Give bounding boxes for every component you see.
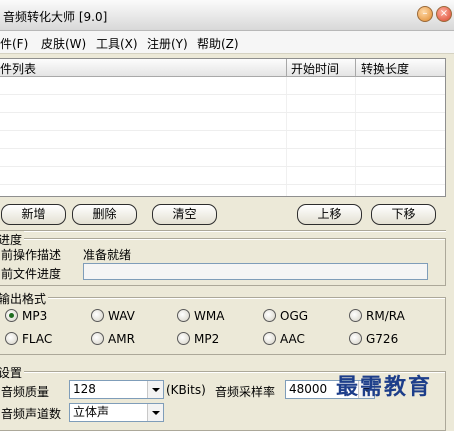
add-button[interactable]: 新增: [1, 204, 66, 225]
menu-skin[interactable]: 皮肤(W): [41, 35, 86, 52]
column-start-time[interactable]: 开始时间: [291, 60, 339, 77]
audio-quality-value: 128: [73, 382, 96, 396]
menu-help[interactable]: 帮助(Z): [197, 35, 239, 52]
column-convert-length[interactable]: 转换长度: [361, 60, 409, 77]
audio-quality-select[interactable]: 128: [69, 380, 164, 399]
output-format-group: [0, 297, 446, 355]
minimize-button[interactable]: –: [417, 6, 433, 22]
menu-bar: 文件(F) 皮肤(W) 工具(X) 注册(Y) 帮助(Z): [0, 31, 454, 54]
move-up-button[interactable]: 上移: [297, 204, 362, 225]
chevron-down-icon[interactable]: [147, 381, 163, 398]
current-op-value: 准备就绪: [83, 248, 132, 262]
radio-mp2[interactable]: [177, 332, 190, 345]
format-label-rmra[interactable]: RM/RA: [366, 309, 405, 323]
format-label-mp2[interactable]: MP2: [194, 332, 219, 346]
window-title: 音频转化大师 [9.0]: [3, 10, 108, 24]
audio-quality-unit: (KBits): [166, 383, 206, 397]
close-icon: ×: [439, 8, 449, 19]
menu-tools[interactable]: 工具(X): [96, 35, 138, 52]
format-label-amr[interactable]: AMR: [108, 332, 135, 346]
radio-rmra[interactable]: [349, 309, 362, 322]
format-label-wav[interactable]: WAV: [108, 309, 135, 323]
sample-rate-value: 48000: [289, 382, 328, 396]
current-file-progress-label: 当前文件进度: [0, 267, 62, 281]
format-label-flac[interactable]: FLAC: [22, 332, 52, 346]
minimize-icon: –: [422, 8, 428, 19]
format-label-mp3[interactable]: MP3: [22, 309, 47, 323]
settings-title: 设置: [0, 364, 25, 381]
format-label-wma[interactable]: WMA: [194, 309, 224, 323]
output-format-title: 输出格式: [0, 290, 49, 307]
radio-g726[interactable]: [349, 332, 362, 345]
watermark-logo: 最需教育: [336, 374, 433, 400]
move-down-button[interactable]: 下移: [371, 204, 436, 225]
audio-channels-label: 音频声道数: [1, 407, 62, 421]
radio-flac[interactable]: [5, 332, 18, 345]
file-list-body[interactable]: [0, 77, 445, 196]
menu-register[interactable]: 注册(Y): [147, 35, 188, 52]
menu-file[interactable]: 文件(F): [0, 35, 28, 52]
radio-amr[interactable]: [91, 332, 104, 345]
chevron-down-icon[interactable]: [147, 404, 163, 421]
radio-wma[interactable]: [177, 309, 190, 322]
format-label-aac[interactable]: AAC: [280, 332, 305, 346]
file-list[interactable]: 文件列表 开始时间 转换长度: [0, 58, 446, 197]
radio-mp3[interactable]: [5, 309, 18, 322]
close-button[interactable]: ×: [436, 6, 452, 22]
format-label-ogg[interactable]: OGG: [280, 309, 308, 323]
clear-button[interactable]: 清空: [152, 204, 217, 225]
sample-rate-label: 音频采样率: [215, 385, 276, 399]
column-file-list[interactable]: 文件列表: [0, 60, 36, 77]
current-op-label: 当前操作描述: [0, 248, 62, 262]
divider: [0, 230, 446, 232]
title-bar: 音频转化大师 [9.0] – ×: [0, 0, 454, 31]
radio-wav[interactable]: [91, 309, 104, 322]
delete-button[interactable]: 删除: [72, 204, 137, 225]
file-progress-bar: [83, 263, 428, 280]
radio-ogg[interactable]: [263, 309, 276, 322]
file-list-header: 文件列表 开始时间 转换长度: [0, 59, 445, 77]
format-label-g726[interactable]: G726: [366, 332, 398, 346]
audio-quality-label: 音频质量: [1, 385, 50, 399]
radio-aac[interactable]: [263, 332, 276, 345]
audio-channels-select[interactable]: 立体声: [69, 403, 164, 422]
